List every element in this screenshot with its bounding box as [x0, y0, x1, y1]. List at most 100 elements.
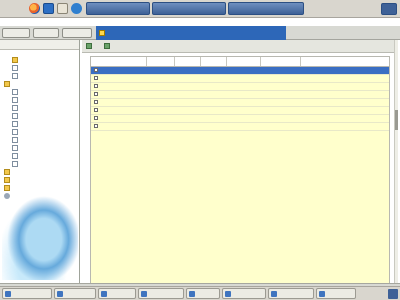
tree-item[interactable] — [0, 72, 79, 80]
taskbar-button[interactable] — [186, 288, 220, 299]
back-button[interactable] — [2, 28, 30, 38]
top-task-button[interactable] — [86, 2, 150, 15]
tree-item[interactable] — [0, 176, 79, 184]
mail-icon[interactable] — [43, 3, 54, 14]
window-icon — [271, 291, 277, 297]
tree-item[interactable] — [0, 96, 79, 104]
text-editor-icon[interactable] — [57, 3, 68, 14]
table-row[interactable] — [91, 115, 389, 123]
grid-body — [90, 67, 390, 283]
tree-item[interactable] — [0, 144, 79, 152]
globe-illustration — [2, 190, 78, 280]
table-cell — [139, 99, 179, 106]
expand-icon[interactable] — [94, 84, 98, 88]
table-cell — [139, 107, 179, 114]
table-row[interactable] — [91, 107, 389, 115]
file-icon — [12, 137, 18, 143]
expand-icon[interactable] — [94, 108, 98, 112]
window-icon — [141, 291, 147, 297]
content-toolbar-button[interactable] — [104, 43, 112, 49]
taskbar-button[interactable] — [268, 288, 314, 299]
places-menu[interactable] — [10, 3, 16, 15]
content-toolbar-button[interactable] — [86, 43, 94, 49]
file-icon — [12, 89, 18, 95]
table-cell — [139, 67, 179, 74]
table-row[interactable] — [91, 75, 389, 83]
file-icon — [12, 161, 18, 167]
taskbar-button[interactable] — [138, 288, 184, 299]
folder-icon — [4, 169, 10, 175]
navigation-panel-header — [0, 40, 79, 50]
table-row[interactable] — [91, 67, 389, 75]
file-icon — [12, 65, 18, 71]
taskbar-button[interactable] — [316, 288, 356, 299]
expand-icon[interactable] — [94, 116, 98, 120]
window-icon — [189, 291, 195, 297]
vertical-scrollbar[interactable] — [394, 40, 398, 283]
taskbar — [0, 286, 400, 300]
navigation-button[interactable] — [62, 28, 92, 38]
top-task-button[interactable] — [228, 2, 304, 15]
tree-item[interactable] — [0, 168, 79, 176]
grid-rows — [91, 67, 389, 131]
document-tab[interactable] — [96, 26, 286, 40]
expand-icon[interactable] — [94, 100, 98, 104]
tree-item[interactable] — [0, 80, 79, 88]
tree-item[interactable] — [0, 152, 79, 160]
quick-launchers — [29, 3, 82, 14]
taskbar-button[interactable] — [98, 288, 136, 299]
folder-icon — [4, 177, 10, 183]
table-row[interactable] — [91, 123, 389, 131]
task-icon[interactable] — [71, 3, 82, 14]
browser-icon[interactable] — [29, 3, 40, 14]
column-header[interactable] — [227, 57, 261, 66]
action-icon — [86, 43, 92, 49]
expand-icon[interactable] — [94, 68, 98, 72]
tree-item[interactable] — [0, 160, 79, 168]
folder-icon — [4, 81, 10, 87]
tree-item[interactable] — [0, 136, 79, 144]
table-row[interactable] — [91, 99, 389, 107]
table-cell-name — [91, 123, 139, 130]
table-cell — [139, 123, 179, 130]
taskbar-button[interactable] — [2, 288, 52, 299]
content-toolbar — [82, 40, 398, 53]
window-icon — [319, 291, 325, 297]
column-header[interactable] — [91, 57, 147, 66]
file-icon — [12, 121, 18, 127]
taskbar-button[interactable] — [222, 288, 266, 299]
tree-item[interactable] — [0, 64, 79, 72]
table-row[interactable] — [91, 91, 389, 99]
tree-item[interactable] — [0, 88, 79, 96]
table-cell-name — [91, 107, 139, 114]
table-cell-name — [91, 75, 139, 82]
document-icon — [99, 30, 105, 36]
applications-menu[interactable] — [1, 3, 7, 15]
expand-icon[interactable] — [94, 76, 98, 80]
column-header[interactable] — [261, 57, 301, 66]
forward-button[interactable] — [33, 28, 59, 38]
tray-icon[interactable] — [381, 3, 397, 15]
scrollbar-thumb[interactable] — [395, 110, 398, 130]
tree-item[interactable] — [0, 104, 79, 112]
expand-icon[interactable] — [94, 92, 98, 96]
top-task-list — [86, 2, 304, 15]
system-menu-bar — [0, 0, 400, 18]
column-header[interactable] — [175, 57, 201, 66]
taskbar-button[interactable] — [54, 288, 96, 299]
tree-item[interactable] — [0, 120, 79, 128]
workspace-switcher-icon[interactable] — [388, 289, 398, 299]
file-icon — [12, 113, 18, 119]
system-menu[interactable] — [19, 3, 25, 15]
table-row[interactable] — [91, 83, 389, 91]
column-header[interactable] — [147, 57, 175, 66]
tree-item[interactable] — [0, 112, 79, 120]
tree-item[interactable] — [0, 128, 79, 136]
column-header[interactable] — [201, 57, 227, 66]
action-icon — [104, 43, 110, 49]
file-icon — [12, 73, 18, 79]
window-icon — [5, 291, 11, 297]
expand-icon[interactable] — [94, 124, 98, 128]
tree-item[interactable] — [0, 56, 79, 64]
top-task-button[interactable] — [152, 2, 226, 15]
